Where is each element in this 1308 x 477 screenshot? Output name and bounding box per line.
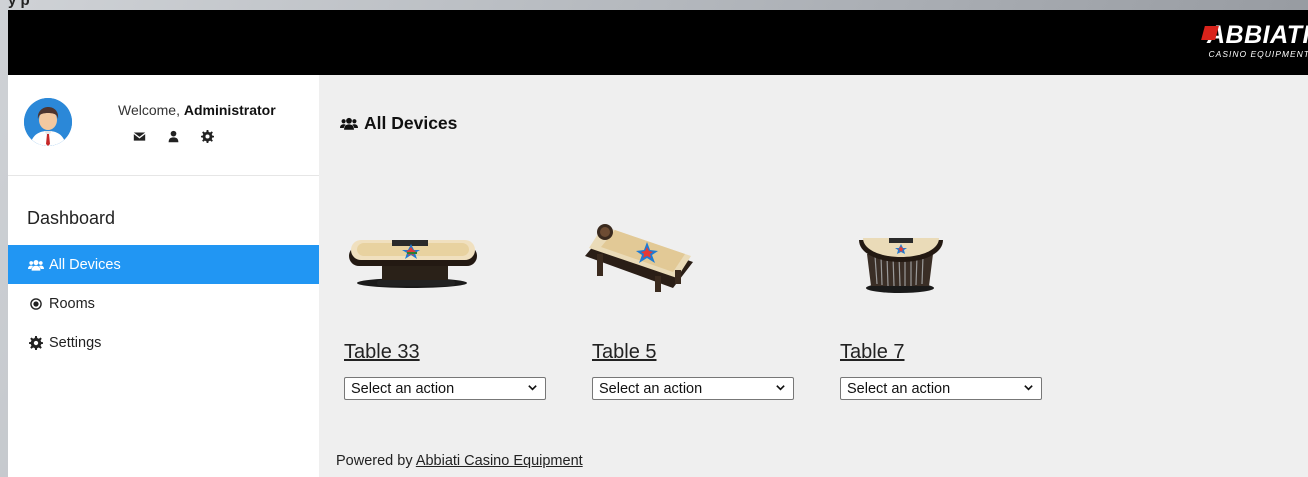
users-icon [28, 258, 44, 272]
chevron-down-icon [528, 385, 537, 391]
user-icon[interactable] [167, 130, 180, 143]
footer-link[interactable]: Abbiati Casino Equipment [416, 453, 583, 469]
sidebar-item-label: Settings [49, 334, 102, 351]
main-content: All Devices Table 33 Select an action Ta… [319, 75, 1308, 477]
window-strip-text: y p [8, 0, 30, 9]
avatar [24, 98, 72, 146]
table-33-image[interactable] [327, 220, 532, 295]
brand-logo: ABBIATI CASINO EQUIPMENT [1201, 21, 1308, 59]
table-5-image[interactable] [575, 220, 780, 295]
device-action-select[interactable]: Select an action [840, 377, 1042, 400]
device-action-select[interactable]: Select an action [592, 377, 794, 400]
table-7-image[interactable] [823, 220, 1028, 295]
device-name-link[interactable]: Table 7 [840, 341, 905, 364]
device-name-link[interactable]: Table 33 [344, 341, 420, 364]
envelope-icon[interactable] [133, 130, 146, 143]
sidebar-item-settings[interactable]: Settings [8, 323, 319, 362]
sidebar: Welcome, Administrator Dashboard All Dev… [8, 75, 319, 477]
top-bar: ABBIATI CASINO EQUIPMENT [8, 10, 1308, 75]
app-window: ABBIATI CASINO EQUIPMENT Welcome, Admini… [8, 10, 1308, 477]
sidebar-item-all-devices[interactable]: All Devices [8, 245, 319, 284]
sidebar-item-label: Rooms [49, 295, 95, 312]
device-name-link[interactable]: Table 5 [592, 341, 657, 364]
brand-name: ABBIATI [1206, 21, 1308, 49]
footer: Powered by Abbiati Casino Equipment [336, 453, 583, 469]
chevron-down-icon [776, 385, 785, 391]
radio-dot-icon [28, 297, 44, 311]
profile-panel: Welcome, Administrator [8, 75, 319, 176]
welcome-text: Welcome, Administrator [118, 102, 276, 118]
page-title: All Devices [340, 113, 457, 134]
sidebar-item-rooms[interactable]: Rooms [8, 284, 319, 323]
device-action-select[interactable]: Select an action [344, 377, 546, 400]
chevron-down-icon [1024, 385, 1033, 391]
users-icon [340, 116, 358, 131]
sidebar-item-label: All Devices [49, 256, 121, 273]
brand-subtitle: CASINO EQUIPMENT [1208, 49, 1308, 59]
gear-icon[interactable] [201, 130, 214, 143]
user-name: Administrator [183, 102, 276, 118]
gear-icon [28, 335, 44, 350]
dashboard-title: Dashboard [27, 208, 116, 228]
